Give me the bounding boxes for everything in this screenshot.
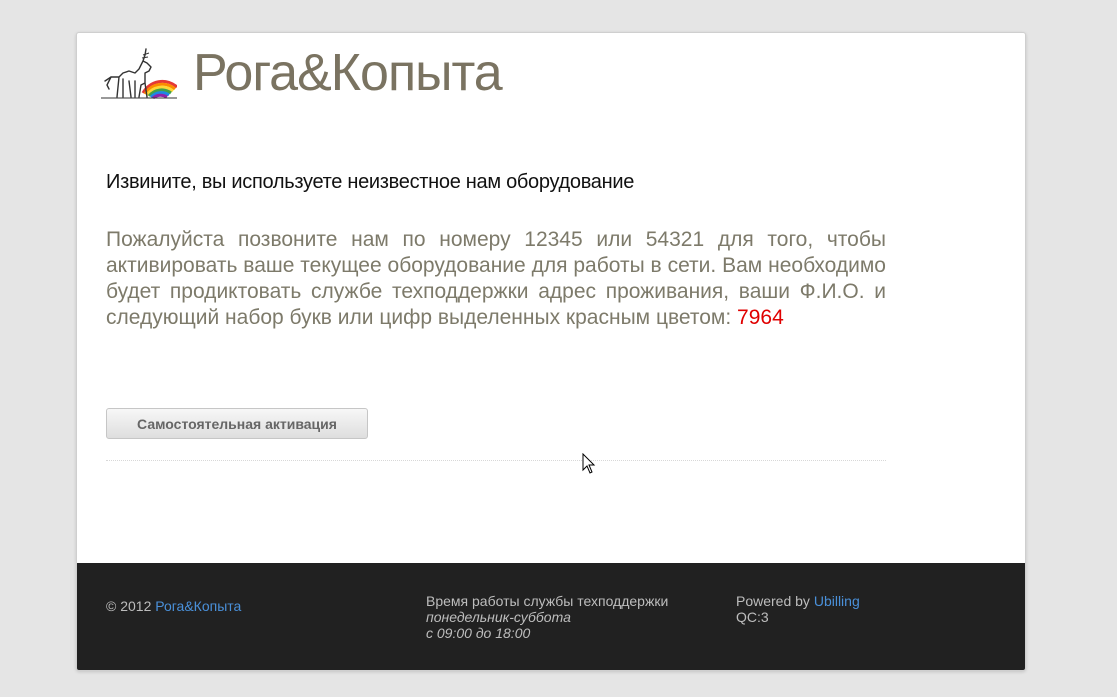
mouse-pointer-icon (582, 453, 596, 474)
support-title: Время работы службы техподдержки (426, 593, 669, 609)
powered-by-text: Powered by (736, 593, 810, 609)
copyright-link[interactable]: Рога&Копыта (155, 598, 241, 614)
error-title: Извините, вы используете неизвестное нам… (106, 171, 635, 193)
qc-label: QC:3 (736, 609, 769, 625)
unicorn-rainbow-logo-icon (101, 48, 177, 99)
page-card: Рога&Копыта Извините, вы используете неи… (76, 32, 1026, 671)
support-days: понедельник-суббота (426, 609, 571, 625)
self-activation-button[interactable]: Самостоятельная активация (106, 408, 368, 439)
support-time: с 09:00 до 18:00 (426, 625, 531, 641)
ubilling-link[interactable]: Ubilling (814, 593, 860, 609)
header: Рога&Копыта (101, 43, 503, 103)
copyright: © 2012 Рога&Копыта (106, 598, 241, 614)
copyright-text: © 2012 (106, 598, 152, 614)
footer: © 2012 Рога&Копыта Время работы службы т… (77, 563, 1025, 670)
brand-title: Рога&Копыта (193, 44, 503, 102)
dotted-divider (106, 460, 886, 461)
activation-code: 7964 (737, 306, 784, 329)
instruction-text: Пожалуйста позвоните нам по номеру 12345… (106, 227, 886, 331)
powered-by: Powered by Ubilling QC:3 (736, 593, 860, 625)
support-hours: Время работы службы техподдержки понедел… (426, 593, 668, 641)
